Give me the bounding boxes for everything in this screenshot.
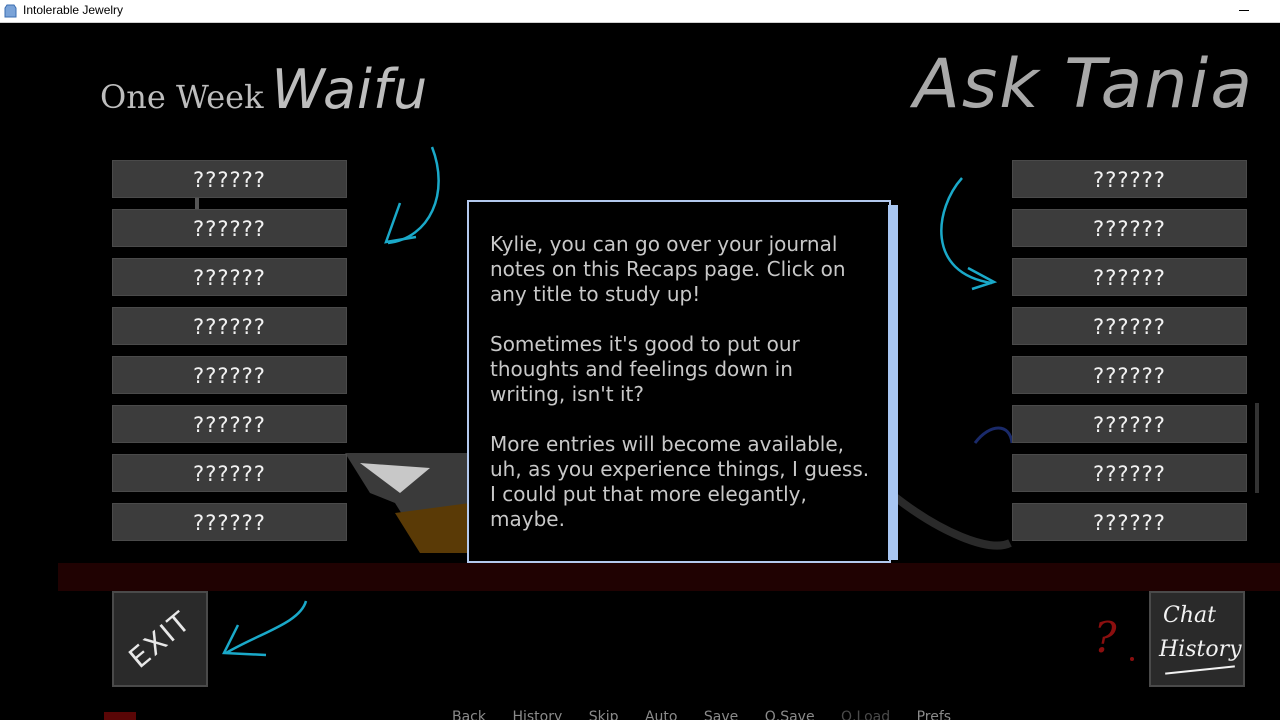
recap-button[interactable]: ?????? xyxy=(112,258,347,296)
recap-button[interactable]: ?????? xyxy=(1012,454,1247,492)
window-title: Intolerable Jewelry xyxy=(23,3,124,17)
recap-button[interactable]: ?????? xyxy=(112,209,347,247)
chat-history-line1: Chat xyxy=(1163,603,1216,628)
one-week-waifu-recap-list: ?????? ?????? ?????? ?????? ?????? ?????… xyxy=(112,160,347,552)
recap-button[interactable]: ?????? xyxy=(1012,405,1247,443)
recap-button[interactable]: ?????? xyxy=(1012,209,1247,247)
left-arrow-icon xyxy=(387,146,440,245)
recap-button[interactable]: ?????? xyxy=(112,503,347,541)
quick-menu: Back History Skip Auto Save Q.Save Q.Loa… xyxy=(452,709,973,720)
right-arrow-icon xyxy=(940,177,993,285)
chat-history-button[interactable]: Chat History xyxy=(1149,591,1245,687)
quick-menu-skip[interactable]: Skip xyxy=(589,709,619,720)
quick-menu-qsave[interactable]: Q.Save xyxy=(765,709,815,720)
recaps-screen: One Week Waifu Ask Tania ?????? ?????? ??… xyxy=(0,23,1280,720)
recap-button[interactable]: ?????? xyxy=(1012,258,1247,296)
recap-button[interactable]: ?????? xyxy=(112,405,347,443)
help-icon[interactable]: ? xyxy=(1094,613,1134,662)
recaps-info-box: Kylie, you can go over your journal note… xyxy=(467,200,898,563)
info-paragraph: More entries will become available, uh, … xyxy=(490,432,870,531)
info-scrollbar[interactable] xyxy=(888,205,898,560)
quick-menu-prefs[interactable]: Prefs xyxy=(917,709,951,720)
recap-button[interactable]: ?????? xyxy=(1012,503,1247,541)
exit-button[interactable]: EXIT xyxy=(112,591,208,687)
info-text: Kylie, you can go over your journal note… xyxy=(490,232,870,557)
recap-button[interactable]: ?????? xyxy=(112,356,347,394)
quick-menu-save[interactable]: Save xyxy=(704,709,738,720)
recap-button[interactable]: ?????? xyxy=(112,307,347,345)
red-band xyxy=(58,563,1280,591)
quick-menu-history[interactable]: History xyxy=(512,709,562,720)
help-mark: ? xyxy=(1094,613,1117,662)
minimize-button[interactable] xyxy=(1234,0,1254,22)
info-paragraph: Kylie, you can go over your journal note… xyxy=(490,232,846,306)
info-paragraph: Sometimes it's good to put our thoughts … xyxy=(490,332,800,406)
recap-button[interactable]: ?????? xyxy=(1012,160,1247,198)
chat-history-line2: History xyxy=(1159,637,1242,662)
quick-menu-back[interactable]: Back xyxy=(452,709,486,720)
app-icon xyxy=(4,4,17,18)
exit-label: EXIT xyxy=(122,604,198,675)
recap-button[interactable]: ?????? xyxy=(1012,356,1247,394)
recap-button[interactable]: ?????? xyxy=(112,160,347,198)
help-dot xyxy=(1130,657,1134,661)
quick-menu-auto[interactable]: Auto xyxy=(645,709,678,720)
recap-button[interactable]: ?????? xyxy=(112,454,347,492)
corner-decoration xyxy=(104,712,136,720)
ask-tania-recap-list: ?????? ?????? ?????? ?????? ?????? ?????… xyxy=(1012,160,1247,552)
quick-menu-qload: Q.Load xyxy=(841,709,891,720)
window-titlebar: Intolerable Jewelry xyxy=(0,0,1280,23)
chat-history-underline xyxy=(1165,665,1235,675)
recap-button[interactable]: ?????? xyxy=(1012,307,1247,345)
